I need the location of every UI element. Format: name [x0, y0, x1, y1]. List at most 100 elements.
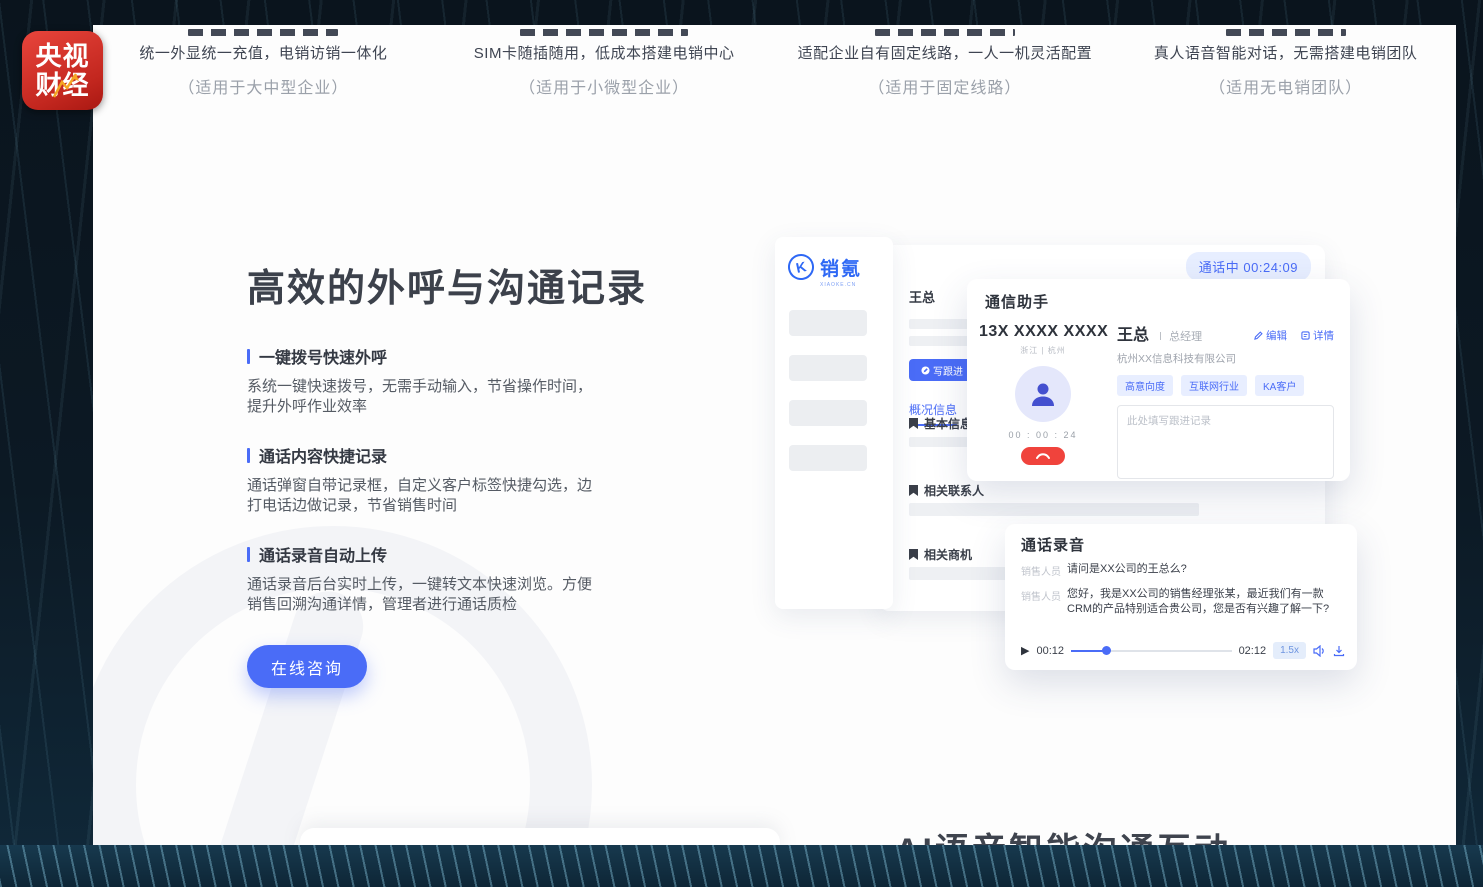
feature-title-row: 一键拨号快速外呼 [247, 344, 627, 368]
play-icon[interactable]: ▶ [1021, 644, 1029, 657]
detail-link[interactable]: 详情 [1301, 328, 1334, 343]
transcript-text: 请问是XX公司的王总么? [1067, 562, 1187, 578]
bookmark-icon [909, 418, 918, 429]
plan-applicable-text: （适用于大中型企业） [93, 74, 434, 98]
cutoff-heading-fragment [1226, 29, 1346, 36]
progress-handle[interactable] [1102, 646, 1111, 655]
menu-placeholder [789, 355, 867, 381]
sidebar-menu-placeholders [775, 288, 893, 471]
webpage-viewport: 统一外显统一充值，电销访销一体化 （适用于大中型企业） SIM卡随插随用，低成本… [93, 25, 1456, 845]
plan-feature-text: 统一外显统一充值，电销访销一体化 [93, 42, 434, 63]
cutoff-heading-fragment [520, 29, 688, 36]
current-time: 00:12 [1036, 645, 1064, 657]
brand-text: 销氪 XIAOKE.CN [820, 254, 862, 288]
tag: KA客户 [1255, 375, 1304, 396]
section-label: 相关联系人 [924, 482, 984, 499]
placeholder-bar [909, 336, 971, 346]
broadcast-background-bottom-streaks [0, 845, 1483, 887]
assistant-title: 通信助手 [985, 291, 1049, 312]
section-basic-info[interactable]: 基本信息 [909, 415, 972, 432]
volume-icon[interactable] [1313, 645, 1326, 657]
feature-description: 通话弹窗自带记录框，自定义客户标签快捷勾选，边打电话边做记录，节省销售时间 [247, 476, 603, 516]
section-title: 高效的外呼与沟通记录 [247, 257, 627, 312]
call-status-badge: 通话中 00:24:09 [1186, 252, 1311, 281]
plan-column-1: 统一外显统一充值，电销访销一体化 （适用于大中型企业） [93, 29, 434, 98]
phone-number: 13X XXXX XXXX [979, 323, 1107, 341]
speaker-label: 销售人员 [1021, 562, 1067, 578]
call-recording-panel: 通话录音 销售人员 请问是XX公司的王总么? 销售人员 您好，我是XX公司的销售… [1005, 524, 1357, 670]
plan-columns: 统一外显统一充值，电销访销一体化 （适用于大中型企业） SIM卡随插随用，低成本… [93, 25, 1456, 98]
write-followup-button[interactable]: 写跟进 [909, 359, 975, 381]
section-related-contacts[interactable]: 相关联系人 [909, 482, 984, 499]
contact-company: 杭州XX信息科技有限公司 [1117, 351, 1334, 366]
plan-feature-text: 真人语音智能对话，无需搭建电销团队 [1115, 42, 1456, 63]
brand-domain: XIAOKE.CN [820, 282, 862, 288]
call-block: 13X XXXX XXXX 浙江 | 杭州 00 : 00 : 24 [979, 323, 1107, 465]
feature-title-row: 通话录音自动上传 [247, 542, 627, 566]
plan-feature-text: 适配企业自有固定线路，一人一机灵活配置 [775, 42, 1116, 63]
blue-bar-icon [247, 349, 250, 364]
cutoff-heading-fragment [188, 29, 338, 36]
menu-placeholder [789, 445, 867, 471]
online-consult-button[interactable]: 在线咨询 [247, 645, 367, 688]
stock-arrow-icon [52, 72, 82, 100]
brand-name: 销氪 [820, 254, 862, 281]
feature-description: 通话录音后台实时上传，一键转文本快速浏览。方便销售回溯沟通详情，管理者进行通话质… [247, 575, 603, 615]
edit-link[interactable]: 编辑 [1254, 328, 1287, 343]
contact-tags: 高意向度 互联网行业 KA客户 [1117, 375, 1334, 396]
section-related-opportunities[interactable]: 相关商机 [909, 546, 972, 563]
section-label: 基本信息 [924, 415, 972, 432]
hero-section: 高效的外呼与沟通记录 一键拨号快速外呼 系统一键快速拨号，无需手动输入，节省操作… [247, 257, 627, 688]
communication-assistant-panel: 通信助手 13X XXXX XXXX 浙江 | 杭州 00 : 00 : 24 [967, 279, 1350, 481]
plan-feature-text: SIM卡随插随用，低成本搭建电销中心 [434, 42, 775, 63]
recording-transcript: 销售人员 请问是XX公司的王总么? 销售人员 您好，我是XX公司的销售经理张某，… [1021, 562, 1343, 626]
menu-placeholder [789, 400, 867, 426]
followup-note-input[interactable] [1117, 405, 1334, 479]
progress-track[interactable] [1071, 650, 1232, 652]
hangup-phone-icon [1035, 452, 1051, 460]
call-timer: 00 : 00 : 24 [979, 430, 1107, 440]
contact-name-row: 王总 ∣ 总经理 编辑 详情 [1117, 321, 1334, 345]
speaker-label: 销售人员 [1021, 587, 1067, 617]
plan-column-3: 适配企业自有固定线路，一人一机灵活配置 （适用于固定线路） [775, 29, 1116, 98]
pencil-icon [921, 366, 930, 375]
feature-title: 通话录音自动上传 [259, 542, 387, 566]
contact-role: ∣ 总经理 [1155, 328, 1202, 344]
tag: 高意向度 [1117, 375, 1173, 396]
recording-title: 通话录音 [1021, 534, 1085, 555]
avatar [1015, 366, 1071, 422]
bookmark-icon [909, 485, 918, 496]
feature-item-3: 通话录音自动上传 通话录音后台实时上传，一键转文本快速浏览。方便销售回溯沟通详情… [247, 542, 627, 615]
feature-item-1: 一键拨号快速外呼 系统一键快速拨号，无需手动输入，节省操作时间，提升外呼作业效率 [247, 344, 627, 417]
plan-column-2: SIM卡随插随用，低成本搭建电销中心 （适用于小微型企业） [434, 29, 775, 98]
detail-icon [1301, 331, 1310, 340]
audio-player: ▶ 00:12 02:12 1.5x [1021, 642, 1345, 659]
feature-description: 系统一键快速拨号，无需手动输入，节省操作时间，提升外呼作业效率 [247, 377, 603, 417]
hangup-button[interactable] [1021, 447, 1065, 465]
product-mockup: K 销氪 XIAOKE.CN 通话中 00:24:09 王总 [775, 237, 1357, 670]
bookmark-icon [909, 549, 918, 560]
transcript-row: 销售人员 请问是XX公司的王总么? [1021, 562, 1343, 578]
contact-name: 王总 [1117, 321, 1149, 345]
edit-icon [1254, 331, 1263, 340]
plan-applicable-text: （适用于小微型企业） [434, 74, 775, 98]
placeholder-bar [909, 503, 1199, 516]
next-section-card-fragment [300, 828, 780, 845]
feature-title: 通话内容快捷记录 [259, 443, 387, 467]
plan-column-4: 真人语音智能对话，无需搭建电销团队 （适用无电销团队） [1115, 29, 1456, 98]
transcript-text: 您好，我是XX公司的销售经理张某，最近我们有一款CRM的产品特别适合贵公司，您是… [1067, 587, 1343, 617]
person-icon [1028, 379, 1058, 409]
contact-detail-block: 王总 ∣ 总经理 编辑 详情 杭州XX信息科技有限公司 [1117, 321, 1334, 484]
cctv-logo-line1: 央视 [35, 42, 89, 71]
feature-title: 一键拨号快速外呼 [259, 344, 387, 368]
cutoff-heading-fragment [875, 29, 1015, 36]
section-label: 相关商机 [924, 546, 972, 563]
feature-item-2: 通话内容快捷记录 通话弹窗自带记录框，自定义客户标签快捷勾选，边打电话边做记录，… [247, 443, 627, 516]
contact-links: 编辑 详情 [1254, 328, 1334, 343]
total-time: 02:12 [1239, 645, 1267, 657]
next-section-title: AI语音智能沟通互动 [895, 823, 1231, 845]
feature-title-row: 通话内容快捷记录 [247, 443, 627, 467]
download-icon[interactable] [1333, 645, 1345, 657]
playback-speed-button[interactable]: 1.5x [1273, 642, 1306, 659]
brand-k-icon: K [786, 252, 817, 283]
